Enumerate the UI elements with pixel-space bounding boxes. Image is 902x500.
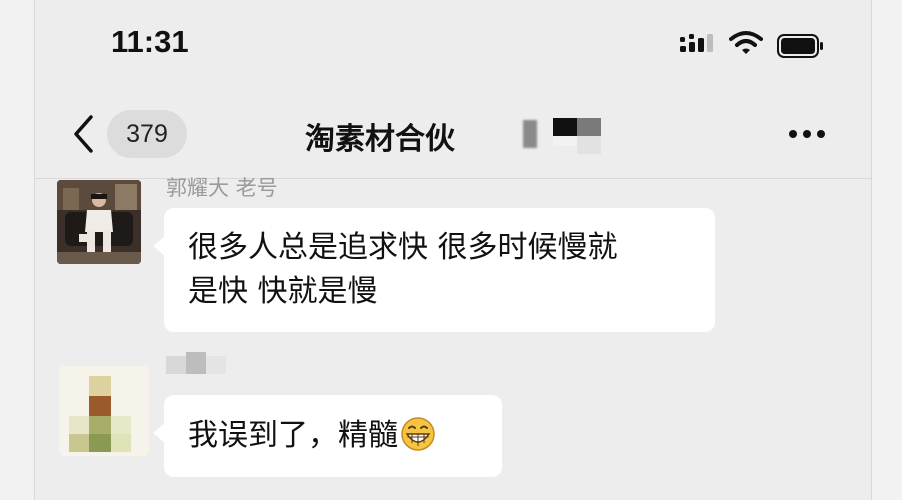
nav-divider	[35, 178, 871, 179]
blurred-avatar	[59, 366, 149, 456]
message-bubble[interactable]: 我误到了，精髓	[153, 395, 502, 477]
message-bubble[interactable]: 很多人总是追求快 很多时候慢就 是快 快就是慢	[153, 208, 715, 332]
sender-name: 郭耀大 老号	[166, 176, 278, 200]
wifi-icon	[729, 31, 763, 54]
chevron-left-icon[interactable]	[71, 114, 97, 154]
outer-frame-right	[870, 0, 902, 500]
message-text: 我误到了，精髓	[188, 418, 398, 453]
avatar[interactable]	[57, 180, 141, 264]
battery-icon	[777, 34, 823, 58]
chat-title: 淘素材合伙	[305, 122, 455, 157]
outer-frame-left	[0, 0, 34, 500]
avatar-photo	[57, 180, 141, 264]
signal-icon	[680, 34, 713, 52]
blurred-title-suffix	[523, 112, 603, 154]
message-text-line: 是快 快就是慢	[188, 274, 378, 309]
blurred-sender-name	[166, 352, 246, 378]
chat-screen: 11:31 379 淘素材合伙 郭耀大 老号 很多人总是追求快 很多时候慢就 是…	[34, 0, 872, 500]
more-horizontal-icon[interactable]	[785, 122, 829, 146]
grinning-face-icon	[401, 416, 435, 451]
avatar[interactable]	[59, 366, 149, 456]
status-time: 11:31	[111, 24, 189, 59]
unread-count-badge[interactable]: 379	[107, 110, 187, 158]
message-text-line: 很多人总是追求快 很多时候慢就	[188, 230, 618, 265]
